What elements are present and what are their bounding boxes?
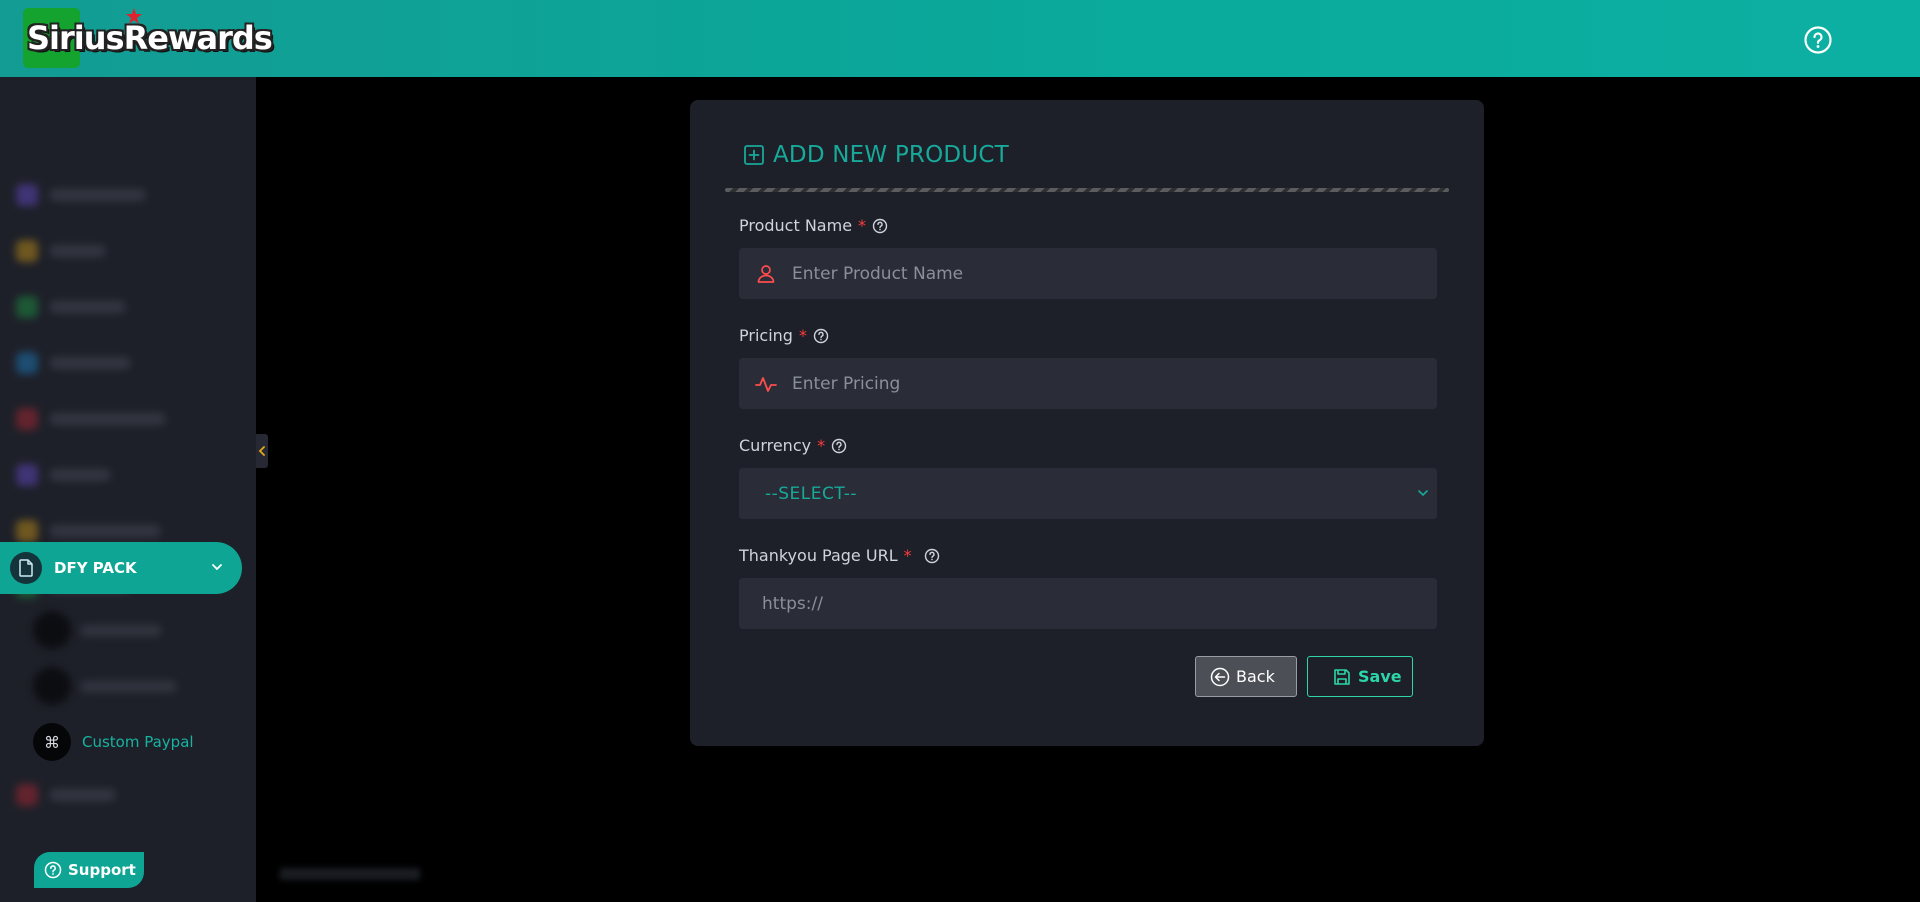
field-label-text: Product Name — [739, 216, 853, 235]
sidebar-item-dfy-pack[interactable]: DFY PACK — [0, 542, 242, 594]
sidebar-collapse-toggle[interactable] — [256, 434, 268, 468]
required-marker: * — [903, 546, 912, 565]
save-icon — [1334, 668, 1350, 685]
top-header: SiriusRewards — [0, 0, 1920, 77]
save-button[interactable]: Save — [1307, 656, 1413, 697]
command-icon: ⌘ — [33, 723, 71, 761]
sidebar-subitem-blurred[interactable] — [33, 667, 176, 705]
sidebar-item-blurred[interactable] — [16, 407, 165, 431]
menu-icon — [16, 464, 38, 486]
menu-icon — [16, 520, 38, 542]
sub-icon — [33, 667, 71, 705]
chevron-down-icon[interactable] — [210, 560, 224, 574]
star-icon — [126, 8, 142, 24]
sidebar-item-label: DFY PACK — [54, 559, 137, 577]
field-label-text: Currency — [739, 436, 812, 455]
logo[interactable]: SiriusRewards — [23, 6, 273, 70]
blurred-label — [50, 525, 160, 537]
question-circle-icon[interactable] — [1803, 25, 1833, 55]
sidebar-item-blurred[interactable] — [16, 519, 160, 543]
page-title: ADD NEW PRODUCT — [743, 142, 1009, 168]
menu-icon — [16, 784, 38, 806]
currency-label: Currency * — [739, 436, 847, 455]
blurred-label — [50, 189, 145, 201]
currency-selected-value: --SELECT-- — [765, 483, 857, 504]
pricing-label: Pricing * — [739, 326, 829, 345]
page-title-text: ADD NEW PRODUCT — [773, 142, 1009, 168]
product-name-label: Product Name * — [739, 216, 888, 235]
blurred-label — [50, 357, 130, 369]
footer-blurred — [280, 868, 420, 880]
file-icon — [10, 552, 42, 584]
sidebar-item-blurred[interactable] — [16, 239, 105, 263]
pricing-field[interactable] — [739, 358, 1437, 409]
arrow-left-circle-icon — [1210, 667, 1230, 686]
back-button-label: Back — [1236, 667, 1275, 686]
chevron-left-icon — [258, 446, 265, 456]
blurred-label — [50, 245, 105, 257]
sidebar-subitem-blurred[interactable] — [33, 611, 161, 649]
blurred-label — [50, 789, 115, 801]
sidebar: DFY PACK ⌘ Custom Paypal — [0, 77, 256, 902]
chevron-down-icon — [1418, 490, 1428, 497]
title-divider — [725, 188, 1449, 192]
pricing-input[interactable] — [792, 373, 1412, 394]
required-marker: * — [798, 326, 807, 345]
field-label-text: Thankyou Page URL — [739, 546, 898, 565]
support-button[interactable]: Support — [34, 852, 144, 888]
question-circle-icon — [44, 861, 62, 879]
menu-icon — [16, 352, 38, 374]
save-button-label: Save — [1358, 667, 1402, 686]
sidebar-item-blurred[interactable] — [16, 463, 110, 487]
support-label: Support — [68, 861, 136, 879]
question-circle-icon[interactable] — [924, 548, 940, 564]
currency-select[interactable]: --SELECT-- — [739, 468, 1437, 519]
add-product-card: ADD NEW PRODUCT Product Name * Pricing * — [690, 100, 1484, 746]
thankyou-url-input[interactable] — [762, 593, 1382, 614]
blurred-label — [50, 301, 125, 313]
product-name-input[interactable] — [792, 263, 1412, 284]
blurred-label — [81, 680, 176, 692]
sidebar-item-blurred[interactable] — [16, 183, 145, 207]
field-label-text: Pricing — [739, 326, 793, 345]
thankyou-url-field[interactable] — [739, 578, 1437, 629]
product-name-field[interactable] — [739, 248, 1437, 299]
menu-icon — [16, 184, 38, 206]
question-circle-icon[interactable] — [872, 218, 888, 234]
menu-icon — [16, 408, 38, 430]
thankyou-url-label: Thankyou Page URL * — [739, 546, 940, 565]
question-circle-icon[interactable] — [831, 438, 847, 454]
plus-square-icon — [744, 145, 764, 165]
sidebar-subitem-custom-paypal[interactable]: ⌘ Custom Paypal — [33, 723, 194, 761]
activity-icon — [755, 376, 777, 392]
question-circle-icon[interactable] — [813, 328, 829, 344]
required-marker: * — [858, 216, 867, 235]
user-icon — [757, 264, 775, 283]
blurred-label — [50, 413, 165, 425]
blurred-label — [81, 624, 161, 636]
sidebar-item-blurred[interactable] — [16, 351, 130, 375]
sidebar-subitem-label: Custom Paypal — [82, 733, 194, 751]
sub-icon — [33, 611, 71, 649]
blurred-label — [50, 469, 110, 481]
sidebar-item-blurred[interactable] — [16, 295, 125, 319]
logo-text: SiriusRewards — [27, 19, 273, 57]
menu-icon — [16, 240, 38, 262]
required-marker: * — [817, 436, 826, 455]
menu-icon — [16, 296, 38, 318]
back-button[interactable]: Back — [1195, 656, 1297, 697]
sidebar-item-blurred[interactable] — [16, 783, 115, 807]
